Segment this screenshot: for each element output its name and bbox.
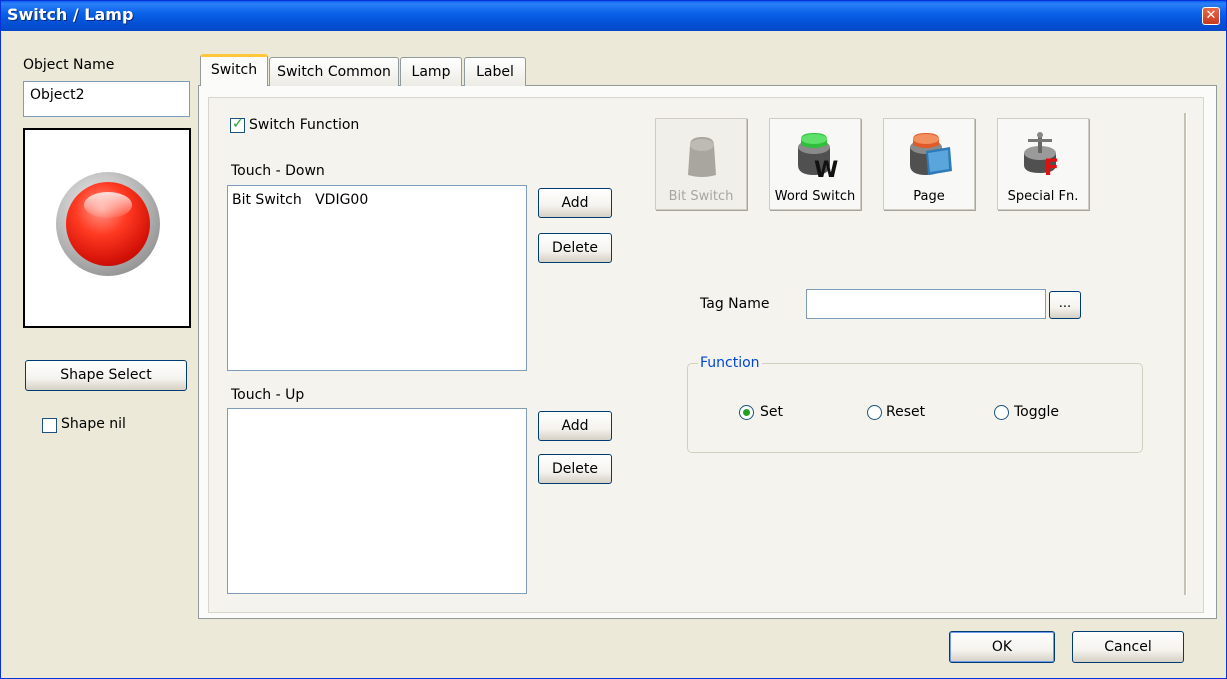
window-title: Switch / Lamp bbox=[7, 5, 134, 24]
switch-lamp-dialog: Switch / Lamp ✕ Object Name Object2 Shap… bbox=[0, 0, 1227, 679]
page-button[interactable]: Page bbox=[883, 118, 975, 210]
touch-up-add-button[interactable]: Add bbox=[538, 411, 612, 441]
radio-reset-label: Reset bbox=[886, 404, 926, 420]
red-lamp-icon bbox=[56, 172, 160, 276]
radio-set[interactable] bbox=[739, 405, 754, 420]
switch-function-checkbox[interactable]: ✓ bbox=[230, 116, 245, 133]
word-switch-icon: W bbox=[798, 133, 838, 179]
page-icon bbox=[910, 133, 952, 175]
bit-switch-icon bbox=[688, 137, 716, 177]
tag-name-input[interactable] bbox=[806, 289, 1046, 319]
list-item[interactable]: Bit Switch VDIG00 bbox=[232, 192, 522, 208]
svg-text:F: F bbox=[1044, 156, 1059, 177]
object-name-value: Object2 bbox=[30, 87, 85, 103]
radio-set-label: Set bbox=[760, 404, 783, 420]
object-name-label: Object Name bbox=[23, 57, 115, 73]
touch-down-add-button[interactable]: Add bbox=[538, 188, 612, 218]
tag-name-label: Tag Name bbox=[700, 296, 770, 312]
cancel-button[interactable]: Cancel bbox=[1072, 631, 1184, 663]
checkmark-icon: ✓ bbox=[232, 116, 244, 132]
radio-reset[interactable] bbox=[867, 405, 882, 420]
touch-up-delete-button[interactable]: Delete bbox=[538, 454, 612, 484]
switch-function-label: Switch Function bbox=[249, 117, 360, 133]
word-switch-label: Word Switch bbox=[774, 189, 856, 204]
touch-down-label: Touch - Down bbox=[231, 163, 325, 179]
close-button[interactable]: ✕ bbox=[1202, 7, 1220, 25]
special-fn-icon: F bbox=[1024, 132, 1059, 177]
tag-browse-button[interactable]: ... bbox=[1049, 291, 1081, 319]
divider bbox=[1184, 113, 1187, 595]
radio-toggle-label: Toggle bbox=[1014, 404, 1060, 420]
object-name-input[interactable]: Object2 bbox=[23, 81, 190, 117]
touch-down-list[interactable]: Bit Switch VDIG00 bbox=[227, 185, 527, 371]
list-item-tag: VDIG00 bbox=[315, 192, 369, 208]
special-fn-button[interactable]: F Special Fn. bbox=[997, 118, 1089, 210]
special-fn-label: Special Fn. bbox=[1007, 189, 1079, 204]
shape-select-button[interactable]: Shape Select bbox=[25, 360, 187, 391]
shape-nil-checkbox[interactable] bbox=[42, 418, 57, 433]
touch-down-delete-button[interactable]: Delete bbox=[538, 233, 612, 263]
bit-switch-button[interactable]: Bit Switch bbox=[655, 118, 747, 210]
radio-toggle[interactable] bbox=[994, 405, 1009, 420]
word-switch-button[interactable]: W Word Switch bbox=[769, 118, 861, 210]
tab-switch[interactable]: Switch bbox=[200, 54, 268, 86]
tab-switch-common[interactable]: Switch Common bbox=[269, 57, 399, 86]
touch-up-label: Touch - Up bbox=[231, 387, 305, 403]
svg-text:W: W bbox=[814, 158, 838, 179]
tab-lamp[interactable]: Lamp bbox=[400, 57, 462, 86]
ok-button[interactable]: OK bbox=[949, 631, 1055, 663]
bit-switch-label: Bit Switch bbox=[668, 189, 734, 204]
tab-label[interactable]: Label bbox=[464, 57, 526, 86]
list-item-type: Bit Switch bbox=[232, 192, 302, 208]
title-bar[interactable]: Switch / Lamp ✕ bbox=[1, 1, 1226, 31]
page-label: Page bbox=[913, 189, 945, 204]
shape-preview bbox=[23, 128, 191, 328]
function-group-label: Function bbox=[698, 355, 762, 371]
shape-nil-label: Shape nil bbox=[61, 416, 126, 432]
close-icon: ✕ bbox=[1205, 8, 1217, 23]
touch-up-list[interactable] bbox=[227, 408, 527, 594]
